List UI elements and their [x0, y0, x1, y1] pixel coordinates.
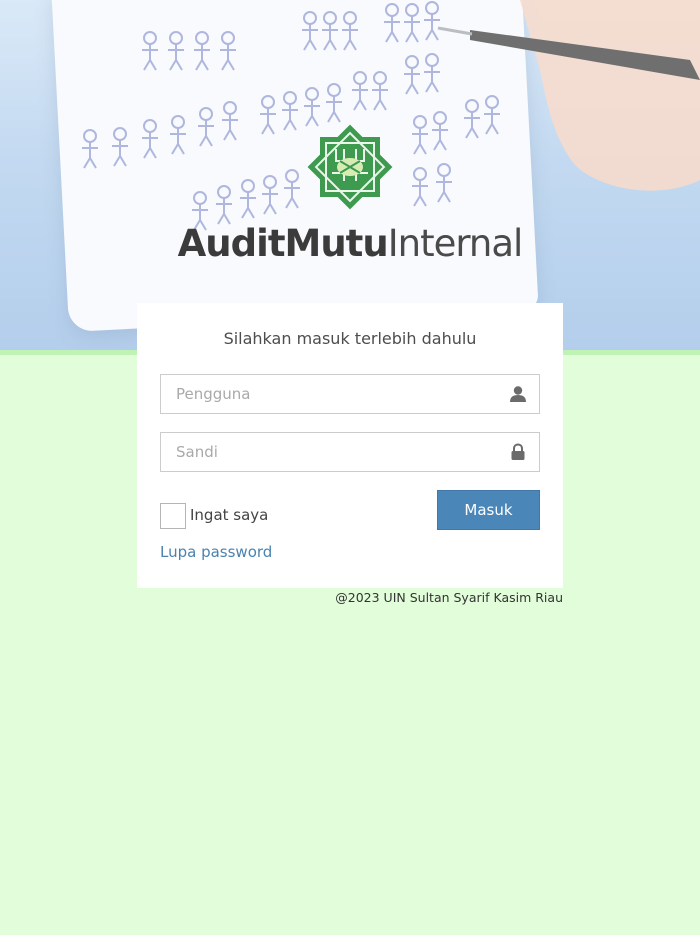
remember-checkbox[interactable]: [160, 503, 186, 529]
remember-label: Ingat saya: [190, 506, 269, 524]
footer-copyright: @2023 UIN Sultan Syarif Kasim Riau: [335, 590, 563, 605]
uin-emblem-icon: [307, 124, 393, 210]
username-input[interactable]: [161, 375, 506, 413]
app-title: AuditMutuInternal: [0, 220, 700, 268]
login-button[interactable]: Masuk: [437, 490, 540, 530]
app-title-light: Internal: [387, 222, 524, 265]
user-icon: [510, 386, 526, 402]
lock-icon: [511, 443, 525, 460]
login-card: Silahkan masuk terlebih dahulu Ingat say…: [137, 303, 563, 588]
app-title-bold: AuditMutu: [177, 222, 389, 265]
login-heading: Silahkan masuk terlebih dahulu: [223, 329, 477, 348]
username-field[interactable]: [160, 374, 540, 414]
forgot-password-link[interactable]: Lupa password: [160, 543, 272, 561]
password-field[interactable]: [160, 432, 540, 472]
password-input[interactable]: [161, 433, 506, 471]
